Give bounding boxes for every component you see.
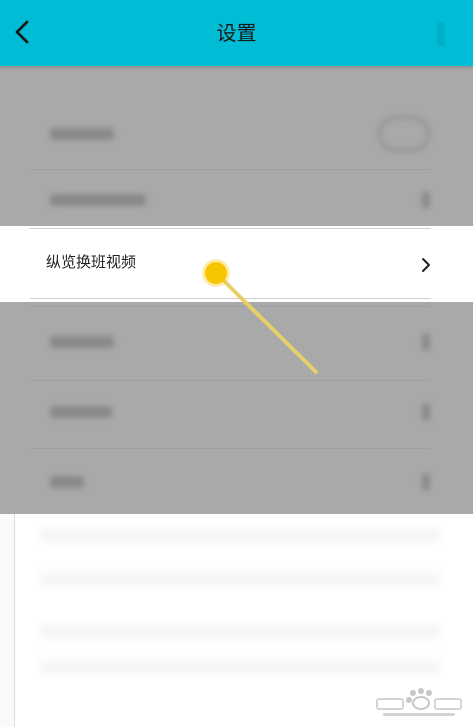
- row-divider: [30, 298, 431, 299]
- baidu-paw-logo: [376, 688, 462, 716]
- row-divider: [30, 448, 431, 449]
- row-divider: [30, 228, 431, 229]
- header-right-placeholder: [437, 22, 445, 46]
- blurred-setting-row: [30, 116, 430, 152]
- app-header: 设置: [0, 0, 473, 66]
- chevron-left-icon: [15, 20, 29, 44]
- dim-overlay-bottom: [0, 302, 473, 514]
- page-title: 设置: [216, 21, 257, 45]
- faint-ghost-row: [40, 624, 440, 638]
- row-divider: [30, 380, 431, 381]
- blurred-setting-row: [30, 464, 430, 500]
- dim-overlay-top: [0, 66, 473, 226]
- faint-ghost-row: [40, 572, 440, 586]
- blurred-setting-row: [30, 324, 430, 360]
- faint-ghost-row: [40, 528, 440, 542]
- blurred-setting-row: [30, 394, 430, 430]
- blurred-setting-row: [30, 182, 430, 218]
- toggle-switch-ghost: [378, 116, 430, 152]
- back-button[interactable]: [4, 12, 40, 52]
- settings-row-focused[interactable]: 纵览换班视频: [0, 226, 473, 302]
- settings-screen: 设置 纵览换班视频: [0, 0, 473, 727]
- settings-row-label: 纵览换班视频: [46, 253, 137, 271]
- faint-ghost-row: [40, 660, 440, 674]
- row-divider: [30, 169, 431, 170]
- chevron-right-icon: [422, 258, 430, 272]
- row-divider: [30, 306, 431, 307]
